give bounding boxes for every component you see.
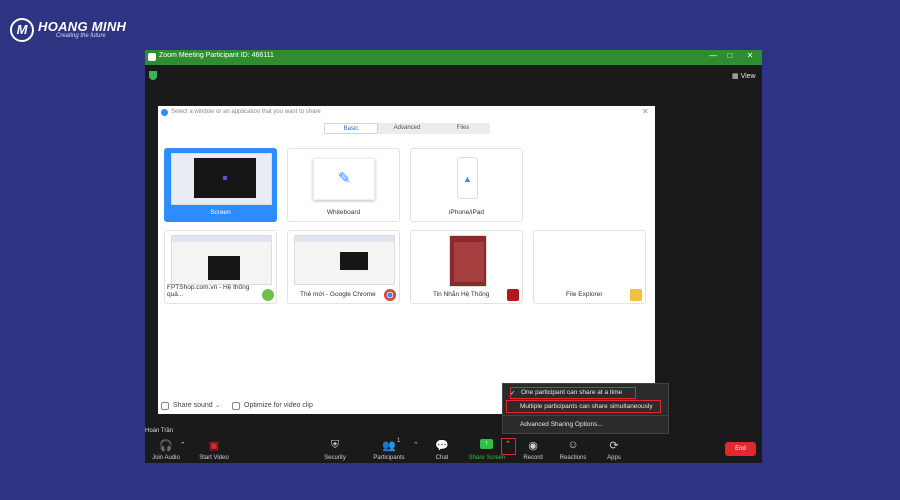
chat-label: Chat <box>435 455 449 461</box>
participants-icon: 👥 <box>382 440 396 452</box>
security-button[interactable]: ⛨ Security <box>310 436 360 463</box>
window-title: Zoom Meeting Participant ID: 466111 <box>159 52 274 59</box>
tin-nhan-preview <box>449 235 487 287</box>
optimize-video-checkbox[interactable] <box>232 402 240 410</box>
checkmark-icon: ✓ <box>510 390 516 397</box>
security-label: Security <box>324 455 346 461</box>
maximize-button[interactable]: □ <box>723 51 737 60</box>
share-arrow-icon: ↑ <box>480 439 493 449</box>
tab-files[interactable]: Files <box>436 123 490 134</box>
participant-name: Hoàn Trần <box>145 428 174 434</box>
optimize-video-label: Optimize for video clip <box>244 402 313 409</box>
title-bar: Zoom Meeting Participant ID: 466111 — □ … <box>145 50 762 65</box>
share-sound-checkbox[interactable] <box>161 402 169 410</box>
iphone-preview: ▲ <box>457 157 478 199</box>
share-tile-screen[interactable]: Screen <box>164 148 277 222</box>
zoom-window: Zoom Meeting Participant ID: 466111 — □ … <box>145 50 762 463</box>
menu-item-multiple-participants[interactable]: Multiple participants can share simultan… <box>520 403 653 410</box>
zoom-logo-icon <box>161 109 168 116</box>
menu-item-advanced-sharing[interactable]: Advanced Sharing Options... <box>520 421 603 428</box>
tile-label: Tin Nhắn Hệ Thống <box>433 291 490 298</box>
chat-bubble-icon: 💬 <box>435 440 449 452</box>
tile-label: Screen <box>210 209 231 216</box>
preview-window <box>340 252 368 270</box>
brand-tagline: Creating the future <box>56 33 106 39</box>
share-tile-chrome[interactable]: Thẻ mới - Google Chrome <box>287 230 400 304</box>
share-tile-whiteboard[interactable]: ✎ Whiteboard <box>287 148 400 222</box>
dialog-title: Select a window or an application that y… <box>171 109 321 115</box>
start-video-button[interactable]: ▣ Start Video <box>189 436 239 463</box>
preview-window <box>208 256 240 280</box>
security-shield-icon: ⛨ <box>330 439 340 451</box>
screen-preview <box>171 153 272 205</box>
end-meeting-button[interactable]: End <box>725 442 756 456</box>
fptshop-preview <box>171 235 272 285</box>
share-options-menu: ✓ One participant can share at a time Mu… <box>502 383 669 434</box>
share-tile-file-explorer[interactable]: File Explorer <box>533 230 646 304</box>
chat-button[interactable]: 💬 Chat <box>417 436 467 463</box>
chevron-down-icon[interactable]: ⌄ <box>215 402 220 409</box>
encryption-shield-icon[interactable] <box>149 71 157 80</box>
share-screen-dialog: Select a window or an application that y… <box>158 106 655 414</box>
tile-label: Whiteboard <box>326 209 361 216</box>
participants-label: Participants <box>373 455 405 461</box>
browser-toolbar <box>172 236 271 242</box>
view-label: View <box>740 73 756 80</box>
whiteboard-preview: ✎ <box>313 158 375 200</box>
apps-button[interactable]: ⟳ Apps <box>589 436 639 463</box>
app-badge-icon <box>507 289 519 301</box>
apps-label: Apps <box>607 455 621 461</box>
record-icon: ◉ <box>528 440 538 452</box>
start-video-label: Start Video <box>199 455 229 461</box>
tab-advanced[interactable]: Advanced <box>380 123 434 134</box>
close-window-button[interactable]: ✕ <box>743 51 757 60</box>
video-off-icon: ▣ <box>208 440 220 452</box>
share-screen-label: Share Screen <box>468 455 506 461</box>
dialog-close-button[interactable]: ✕ <box>642 107 649 116</box>
app-badge-icon <box>262 289 274 301</box>
brand-name: HOANG MINH <box>38 19 127 34</box>
grid-view-icon: ▦ <box>732 73 741 80</box>
preview-content <box>454 242 484 282</box>
participant-count: 1 <box>397 438 401 444</box>
airplay-icon: ▲ <box>463 174 472 184</box>
headphones-icon: 🎧 <box>159 440 173 452</box>
pencil-icon: ✎ <box>338 170 351 187</box>
chrome-preview <box>294 235 395 285</box>
audio-caret-icon[interactable]: ⌃ <box>180 441 186 449</box>
tile-label: iPhone/iPad <box>448 209 485 216</box>
chrome-icon <box>384 289 396 301</box>
tile-label: Thẻ mới - Google Chrome <box>300 291 376 298</box>
share-tile-tin-nhan[interactable]: Tin Nhắn Hệ Thống <box>410 230 523 304</box>
apps-icon: ⟳ <box>609 440 619 452</box>
browser-toolbar <box>295 236 394 242</box>
menu-item-one-participant[interactable]: One participant can share at a time <box>521 389 622 396</box>
participants-button[interactable]: 👥 1 Participants <box>364 436 414 463</box>
brand-logo: M HOANG MINH Creating the future <box>10 18 130 46</box>
emoji-plus-icon: ☺ <box>567 439 579 451</box>
preview-dot <box>223 176 227 180</box>
brand-mark-icon: M <box>10 18 34 42</box>
zoom-app-icon <box>148 53 156 61</box>
share-tile-iphone-ipad[interactable]: ▲ iPhone/iPad <box>410 148 523 222</box>
folder-icon <box>630 289 642 301</box>
share-sound-label: Share sound <box>173 402 213 409</box>
meeting-toolbar: 🎧 Join Audio ⌃ ▣ Start Video ⛨ Security … <box>145 436 762 463</box>
minimize-button[interactable]: — <box>706 51 720 60</box>
view-button[interactable]: ▦ View <box>732 72 756 80</box>
menu-divider <box>503 415 668 416</box>
share-tile-fptshop[interactable]: FPTShop.com.vn - Hệ thống quả... <box>164 230 277 304</box>
tile-label: File Explorer <box>566 291 603 298</box>
join-audio-label: Join Audio <box>152 455 180 461</box>
tile-label: FPTShop.com.vn - Hệ thống quả... <box>167 284 250 298</box>
share-tabs: Basic Advanced Files <box>324 123 490 134</box>
tab-basic[interactable]: Basic <box>324 123 378 134</box>
